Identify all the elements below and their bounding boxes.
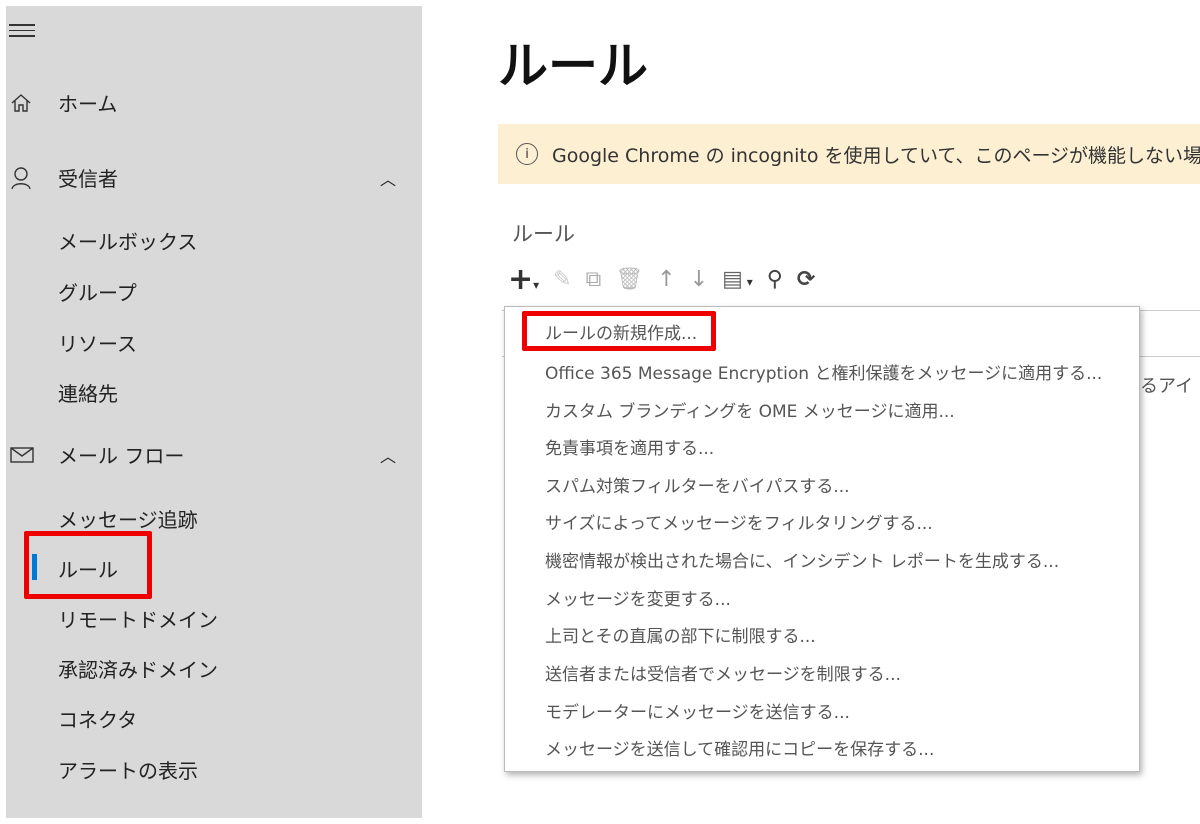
banner-text: Google Chrome の incognito を使用していて、このページが…: [552, 144, 1200, 167]
menu-item[interactable]: サイズによってメッセージをフィルタリングする...: [545, 509, 933, 534]
nav-connectors[interactable]: コネクタ: [58, 704, 137, 733]
info-icon: i: [516, 143, 538, 165]
menu-item[interactable]: 機密情報が検出された場合に、インシデント レポートを生成する...: [545, 547, 1059, 572]
nav-alerts[interactable]: アラートの表示: [58, 755, 198, 784]
hamburger-menu-icon[interactable]: [9, 20, 35, 38]
menu-item[interactable]: カスタム ブランディングを OME メッセージに適用...: [545, 397, 955, 422]
menu-item[interactable]: Office 365 Message Encryption と権利保護をメッセー…: [545, 359, 1102, 384]
nav-contacts[interactable]: 連絡先: [58, 378, 118, 407]
person-icon: [6, 166, 58, 190]
nav-resources[interactable]: リソース: [58, 328, 137, 357]
nav-label: メール フロー: [58, 444, 185, 468]
nav-groups[interactable]: グループ: [58, 277, 137, 306]
toolbar: +▾ ✎ ⧉ 🗑︎ ↑ ↓ ▤ ▾ ⚲ ⟳: [508, 262, 815, 297]
chevron-up-icon[interactable]: ︿: [380, 443, 396, 467]
nav-mailboxes[interactable]: メールボックス: [58, 226, 197, 255]
table-cell-text: るアイ: [1140, 376, 1194, 397]
mail-icon: [6, 446, 58, 464]
highlight-box: [522, 311, 716, 351]
menu-item[interactable]: メッセージを変更する...: [545, 585, 731, 610]
edit-icon[interactable]: ✎: [553, 267, 571, 292]
refresh-icon[interactable]: ⟳: [797, 267, 815, 292]
menu-item[interactable]: 送信者または受信者でメッセージを制限する...: [545, 660, 901, 685]
nav-label: ホーム: [58, 92, 118, 116]
nav-mailflow[interactable]: メール フロー ︿: [6, 440, 406, 469]
nav-accepted-domains[interactable]: 承認済みドメイン: [58, 654, 218, 683]
page-title: ルール: [498, 37, 648, 95]
section-title: ルール: [512, 222, 575, 246]
info-banner: i Google Chrome の incognito を使用していて、このペー…: [498, 124, 1200, 184]
nav-home[interactable]: ホーム: [6, 88, 406, 117]
report-icon[interactable]: ▤ ▾: [722, 267, 753, 292]
chevron-up-icon[interactable]: ︿: [380, 166, 396, 190]
highlight-box: [24, 531, 152, 599]
home-icon: [6, 92, 58, 114]
copy-icon[interactable]: ⧉: [586, 267, 602, 292]
menu-item[interactable]: スパム対策フィルターをバイパスする...: [545, 472, 850, 497]
menu-item[interactable]: 免責事項を適用する...: [545, 434, 714, 459]
new-rule-dropdown: ルールの新規作成... Office 365 Message Encryptio…: [504, 306, 1140, 772]
menu-item[interactable]: モデレーターにメッセージを送信する...: [545, 698, 850, 723]
nav-recipients[interactable]: 受信者 ︿: [6, 163, 406, 192]
search-icon[interactable]: ⚲: [767, 267, 783, 292]
menu-item[interactable]: メッセージを送信して確認用にコピーを保存する...: [545, 735, 934, 760]
menu-item[interactable]: 上司とその直属の部下に制限する...: [545, 622, 816, 647]
move-down-icon[interactable]: ↓: [690, 267, 708, 292]
nav-remote-domains[interactable]: リモートドメイン: [58, 604, 218, 633]
sidebar: ホーム 受信者 ︿ メールボックス グループ リソース 連絡先 メール フロー …: [6, 6, 422, 818]
nav-message-trace[interactable]: メッセージ追跡: [58, 504, 198, 533]
add-icon[interactable]: +▾: [508, 262, 539, 297]
delete-icon[interactable]: 🗑︎: [615, 267, 643, 292]
move-up-icon[interactable]: ↑: [657, 267, 675, 292]
nav-label: 受信者: [58, 167, 118, 191]
